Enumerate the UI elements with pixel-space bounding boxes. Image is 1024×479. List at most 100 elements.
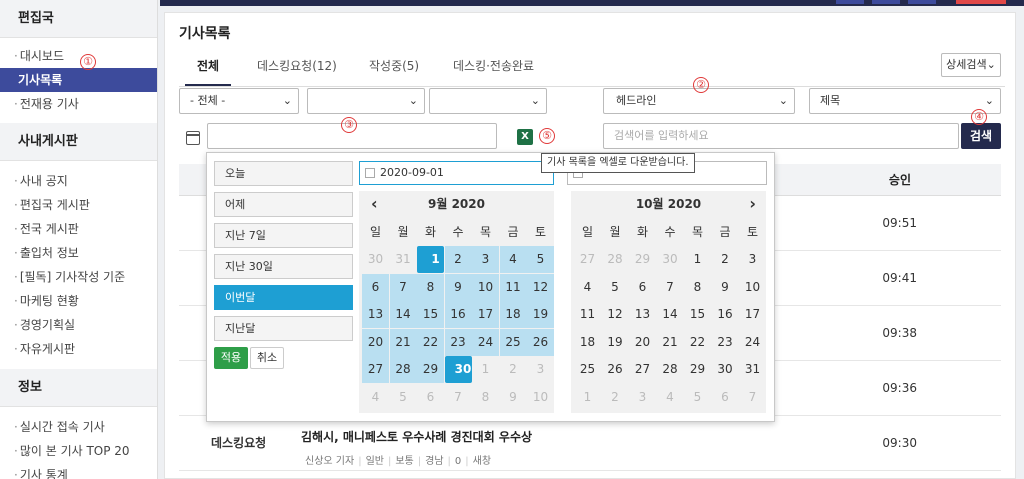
calendar-day[interactable]: 30 [657,246,684,273]
calendar-day[interactable]: 5 [390,384,417,411]
sidebar-item-marketing[interactable]: · 마케팅 현황 [0,289,157,313]
calendar-day[interactable]: 4 [657,384,684,411]
calendar-day[interactable]: 26 [602,356,629,383]
tab-desking-request[interactable]: 데스킹요청(12) [257,57,337,74]
top-bar-button[interactable] [872,0,900,4]
calendar-day[interactable]: 1 [417,246,444,273]
calendar-day[interactable]: 5 [527,246,554,273]
calendar-day[interactable]: 20 [629,329,656,356]
sidebar-item-writing-guide[interactable]: · [필독] 기사작성 기준 [0,265,157,289]
top-bar-button[interactable] [836,0,864,4]
calendar-day[interactable]: 3 [629,384,656,411]
calendar-day[interactable]: 18 [499,301,527,329]
calendar-day[interactable]: 2 [602,384,629,411]
calendar-day[interactable]: 12 [527,273,554,301]
calendar-day[interactable]: 18 [574,329,601,356]
apply-button[interactable]: 적용 [214,347,248,369]
calendar-day[interactable]: 10 [527,384,554,411]
preset-today[interactable]: 오늘 [214,161,353,186]
cancel-button[interactable]: 취소 [250,347,284,369]
sidebar-item-dashboard[interactable]: · 대시보드 [0,44,157,68]
sidebar-item-planning[interactable]: · 경영기획실 [0,313,157,337]
calendar-day[interactable]: 7 [739,384,766,411]
calendar-day[interactable]: 28 [389,356,417,384]
preset-yesterday[interactable]: 어제 [214,192,353,217]
calendar-day[interactable]: 24 [739,329,766,356]
calendar-day[interactable]: 16 [712,301,739,328]
calendar-day[interactable]: 5 [684,384,711,411]
calendar-day[interactable]: 3 [472,246,499,273]
calendar-day[interactable]: 6 [417,384,444,411]
preset-last-30-days[interactable]: 지난 30일 [214,254,353,279]
calendar-day[interactable]: 15 [417,301,444,329]
calendar-day[interactable]: 3 [527,356,554,383]
sidebar-item-live-reporters[interactable]: · 실시간 접속 기사 [0,415,157,439]
search-field-select[interactable]: 제목 ⌄ [809,88,1001,114]
calendar-day[interactable]: 21 [389,328,417,356]
calendar-day[interactable]: 9 [712,274,739,301]
calendar-day[interactable]: 30 [362,246,389,273]
category-select-2[interactable]: ⌄ [307,88,425,114]
start-date-input[interactable]: 2020-09-01 [359,161,554,185]
sidebar-item-editorial-board[interactable]: · 편집국 게시판 [0,193,157,217]
table-row[interactable]: 데스킹요청 김해시, 매니페스토 우수사례 경진대회 우수상 신상오 기자 | 일반… [179,416,1001,471]
calendar-day[interactable]: 8 [417,273,444,301]
calendar-day[interactable]: 2 [500,356,527,383]
calendar-day[interactable]: 6 [362,273,389,301]
chevron-right-icon[interactable]: › [749,191,756,217]
excel-icon[interactable]: X [517,129,533,145]
calendar-day[interactable]: 13 [362,301,389,329]
calendar-day[interactable]: 30 [712,356,739,383]
sidebar-item-national-board[interactable]: · 전국 게시판 [0,217,157,241]
calendar-day[interactable]: 25 [499,328,527,356]
calendar-day[interactable]: 15 [684,301,711,328]
calendar-day[interactable]: 10 [739,274,766,301]
calendar-day[interactable]: 8 [684,274,711,301]
preset-last-7-days[interactable]: 지난 7일 [214,223,353,248]
calendar-day[interactable]: 28 [657,356,684,383]
top-bar-button[interactable] [956,0,1006,4]
row-meta-new-window[interactable]: 새창 [473,456,491,467]
sidebar-item-stats[interactable]: · 기사 통계 [0,463,157,479]
tab-all[interactable]: 전체 [184,57,232,86]
tab-drafting[interactable]: 작성중(5) [369,57,419,74]
calendar-day[interactable]: 17 [739,301,766,328]
calendar-day[interactable]: 27 [362,356,389,384]
calendar-day[interactable]: 4 [362,384,389,411]
calendar-day[interactable]: 3 [739,246,766,273]
calendar-day[interactable]: 21 [657,329,684,356]
calendar-day[interactable]: 14 [389,301,417,329]
calendar-day[interactable]: 24 [472,328,499,356]
calendar-day[interactable]: 30 [444,356,472,384]
calendar-day[interactable]: 9 [500,384,527,411]
top-bar-button[interactable] [908,0,936,4]
calendar-day[interactable]: 7 [657,274,684,301]
calendar-day[interactable]: 1 [684,246,711,273]
category-select-1[interactable]: - 전체 - ⌄ [179,88,299,114]
calendar-day[interactable]: 27 [574,246,601,273]
calendar-day[interactable]: 28 [602,246,629,273]
calendar-day[interactable]: 29 [684,356,711,383]
calendar-day[interactable]: 11 [499,273,527,301]
calendar-day[interactable]: 14 [657,301,684,328]
calendar-day[interactable]: 23 [444,328,472,356]
sidebar-item-article-list[interactable]: 기사목록 [0,68,157,92]
sidebar-item-reprint-articles[interactable]: · 전재용 기사 [0,92,157,116]
calendar-day[interactable]: 26 [527,328,554,356]
search-button[interactable]: 검색 [961,123,1001,149]
calendar-day[interactable]: 4 [499,246,527,273]
calendar-day[interactable]: 1 [574,384,601,411]
preset-this-month[interactable]: 이번달 [214,285,353,310]
calendar-day[interactable]: 12 [602,301,629,328]
tab-desking-complete[interactable]: 데스킹·전송완료 [453,57,534,74]
calendar-day[interactable]: 7 [389,273,417,301]
calendar-day[interactable]: 9 [444,273,472,301]
calendar-day[interactable]: 8 [472,384,499,411]
preset-last-month[interactable]: 지난달 [214,316,353,341]
calendar-day[interactable]: 25 [574,356,601,383]
calendar-day[interactable]: 5 [602,274,629,301]
calendar-day[interactable]: 19 [602,329,629,356]
calendar-day[interactable]: 16 [444,301,472,329]
calendar-day[interactable]: 6 [629,274,656,301]
calendar-day[interactable]: 27 [629,356,656,383]
